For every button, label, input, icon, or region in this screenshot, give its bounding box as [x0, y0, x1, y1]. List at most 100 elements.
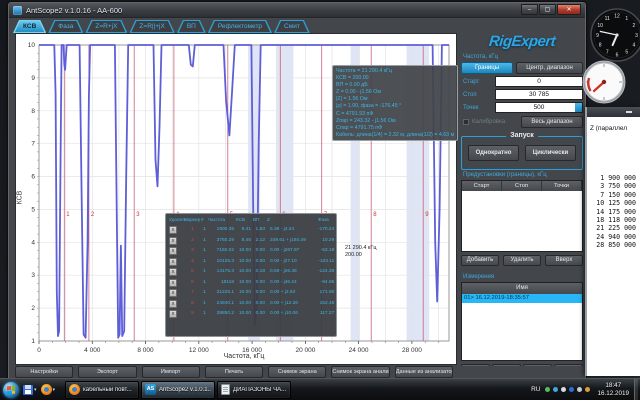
antivirus-icon[interactable]: [545, 387, 550, 392]
svg-text:5: 5: [625, 50, 628, 56]
marker-table-header: Удалить: [169, 216, 184, 224]
marker-phase: -124.39: [318, 267, 336, 277]
delete-marker-button[interactable]: X: [169, 310, 177, 318]
svg-text:1: 1: [625, 16, 628, 22]
trace-number: 1: [201, 225, 208, 235]
title-bar[interactable]: AntScope2 v.1.0.16 - AA-600 –▢✕: [9, 3, 585, 18]
run-single-button[interactable]: Однократно: [468, 145, 519, 161]
tooltip-line: Частота = 21 290.4 кГц: [336, 68, 454, 75]
document-text: Z (параллел: [587, 117, 640, 132]
volume-icon[interactable]: [577, 387, 582, 392]
measurements-header: Имя: [462, 283, 582, 294]
app-icon: [13, 6, 22, 15]
trace-number: 1: [201, 246, 208, 256]
tab-z-series[interactable]: Z=R+jX: [85, 20, 127, 33]
tab-rl[interactable]: ВП: [177, 20, 206, 33]
tab-ksv[interactable]: КСВ: [13, 20, 46, 33]
tab-smith[interactable]: Смит: [274, 20, 310, 33]
toolbar-button[interactable]: Импорт: [142, 366, 200, 378]
preset-вверх-button[interactable]: Вверх: [545, 255, 583, 266]
stop-input[interactable]: 30 785: [495, 89, 583, 100]
minimize-icon[interactable]: [626, 111, 632, 113]
delete-marker-button[interactable]: X: [169, 247, 177, 255]
clock-gadget[interactable]: 121234567891011: [588, 7, 640, 63]
measurement-сохранить-button[interactable]: Сохранить: [492, 364, 521, 366]
calibration-checkbox[interactable]: [463, 119, 469, 125]
svg-text:2: 2: [633, 23, 636, 29]
taskbar-clock[interactable]: 18:47 16.12.2019: [597, 382, 629, 397]
system-tray: RU 18:47 16.12.2019: [531, 379, 640, 400]
action-center-icon[interactable]: [585, 387, 590, 392]
cursor-readout: 21 290.4 кГц 200.00: [345, 245, 376, 259]
save-quicklaunch-icon[interactable]: [23, 385, 33, 395]
document-title-bar[interactable]: [587, 107, 640, 117]
center-span-button[interactable]: Центр, диапазон: [516, 62, 583, 74]
frequency-value: 10 125 000: [587, 199, 636, 207]
marker-phase: -170.24: [318, 225, 336, 235]
delete-marker-button[interactable]: X: [169, 289, 177, 297]
limits-button[interactable]: Границы: [461, 62, 513, 74]
preset-удалить-button[interactable]: Удалить: [503, 255, 541, 266]
toolbar-button[interactable]: Снимок экрана: [268, 366, 326, 378]
delete-marker-button[interactable]: X: [169, 237, 177, 245]
delete-marker-button[interactable]: X: [169, 279, 177, 287]
show-desktop-button[interactable]: [634, 379, 638, 400]
taskbar-task[interactable]: кабельный повт...: [65, 381, 139, 399]
marker-z: 0.00 + j10.06: [267, 309, 318, 319]
close-button[interactable]: ✕: [557, 4, 581, 15]
taskbar-task[interactable]: ASAntScope2 v.1.0.1...: [141, 381, 215, 399]
update-icon[interactable]: [553, 387, 558, 392]
measurement-очистить-button[interactable]: Очистить: [554, 364, 583, 366]
marker-frequency: 14175.3: [208, 267, 236, 277]
toolbar-button[interactable]: Экспорт: [78, 366, 136, 378]
tab-reflectometer[interactable]: Рефлектометр: [208, 20, 272, 33]
firefox-quicklaunch-icon[interactable]: [41, 384, 52, 395]
minimize-button[interactable]: –: [521, 4, 538, 15]
rigexpert-logo: RigExpert: [460, 33, 584, 52]
marker-table-header: Фаза: [318, 216, 336, 224]
tooltip-line: |ρ| = 1.00, фаза = -176.45 °: [336, 103, 454, 110]
taskbar-task[interactable]: ДИАПАЗОНЫ ЧА...: [217, 381, 291, 399]
marker-phase: -123.11: [318, 257, 336, 267]
network-icon[interactable]: [561, 387, 566, 392]
gauge-gadget[interactable]: [580, 58, 632, 108]
maximize-button[interactable]: ▢: [539, 4, 556, 15]
measurement-открыть-button[interactable]: Открыть: [461, 364, 490, 366]
x-axis-title: Частота, кГц: [204, 353, 284, 360]
measurement-удалить-button[interactable]: Удалить: [523, 364, 552, 366]
delete-marker-button[interactable]: X: [169, 300, 177, 308]
toolbar-button[interactable]: Настройки: [15, 366, 73, 378]
measurements-list[interactable]: 01> 16.12.2019-18:35:57: [462, 294, 582, 360]
tab-z-parallel[interactable]: Z=R||+jX: [129, 20, 174, 33]
presets-table-body[interactable]: [462, 191, 582, 251]
frequency-value: 28 850 000: [587, 241, 636, 249]
delete-marker-button[interactable]: X: [169, 226, 177, 234]
points-combo[interactable]: 500: [495, 102, 583, 113]
document-window[interactable]: Z (параллел 1 900 0003 750 0007 150 0001…: [585, 107, 640, 376]
tab-label: Z=R||+jX: [131, 21, 172, 32]
language-indicator[interactable]: RU: [531, 386, 540, 393]
desktop: AntScope2 v.1.0.16 - AA-600 –▢✕ КСВ Фаза…: [0, 0, 640, 400]
firefox-icon: [69, 384, 80, 395]
frequency-value: 7 150 000: [587, 191, 636, 199]
start-button[interactable]: [3, 382, 19, 398]
marker-rl: 1.83: [253, 225, 267, 235]
measurement-row[interactable]: 01> 16.12.2019-18:35:57: [462, 294, 582, 303]
toolbar-button[interactable]: Печать: [205, 366, 263, 378]
task-label: ДИАПАЗОНЫ ЧА...: [233, 387, 286, 393]
bluetooth-icon[interactable]: [569, 387, 574, 392]
preset-добавить-button[interactable]: Добавить: [461, 255, 499, 266]
start-input[interactable]: 0: [495, 76, 583, 87]
toolbar-button[interactable]: Снимок экрана анализатора: [331, 366, 389, 378]
delete-marker-button[interactable]: X: [169, 258, 177, 266]
tab-phase[interactable]: Фаза: [48, 20, 83, 33]
toolbar-button[interactable]: Данные из анализатора: [395, 366, 453, 378]
delete-marker-button[interactable]: X: [169, 268, 177, 276]
full-range-button[interactable]: Весь диапазон: [521, 116, 583, 128]
run-cyclic-button[interactable]: Циклически: [525, 145, 576, 161]
windows-logo-icon: [7, 385, 15, 394]
window-title: AntScope2 v.1.0.16 - AA-600: [26, 6, 122, 15]
tooltip-line: Z = 0.00 - j1.56 Ом: [336, 89, 454, 96]
frequency-value: 24 940 000: [587, 233, 636, 241]
swr-chart[interactable]: 12345678904 0008 00012 00016 00020 00024…: [15, 33, 457, 365]
